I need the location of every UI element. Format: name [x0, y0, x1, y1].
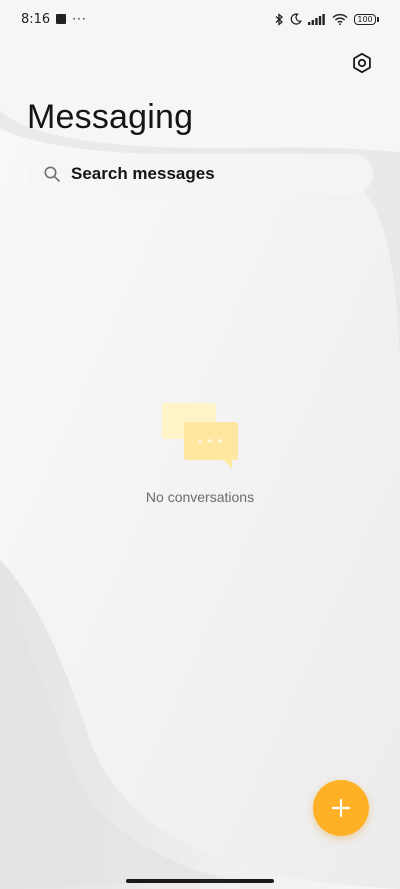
- home-indicator[interactable]: [126, 879, 274, 883]
- bluetooth-icon: [275, 12, 283, 26]
- do-not-disturb-moon-icon: [290, 13, 302, 25]
- status-time: 8:16: [21, 11, 51, 27]
- search-input-placeholder: Search messages: [71, 164, 215, 183]
- plus-icon: [331, 798, 351, 818]
- battery-indicator: 100: [354, 13, 379, 25]
- search-icon: [44, 166, 60, 182]
- status-right: 100: [275, 12, 379, 26]
- battery-tip: [377, 16, 379, 22]
- wifi-icon: [332, 13, 348, 25]
- battery-level: 100: [354, 13, 376, 25]
- new-message-button[interactable]: [313, 780, 369, 836]
- status-left: 8:16 ···: [21, 12, 87, 27]
- settings-button[interactable]: [348, 49, 376, 77]
- gear-icon: [353, 52, 371, 74]
- more-notifications-indicator: ···: [72, 12, 87, 26]
- signal-strength-icon: [308, 14, 325, 25]
- notification-square-icon: [56, 14, 67, 24]
- chat-bubbles-icon: [162, 403, 238, 469]
- status-bar: 8:16 ··· 100: [0, 0, 400, 38]
- empty-state-message: No conversations: [145, 489, 255, 505]
- search-bar[interactable]: Search messages: [27, 154, 373, 194]
- page-title: Messaging: [27, 98, 194, 136]
